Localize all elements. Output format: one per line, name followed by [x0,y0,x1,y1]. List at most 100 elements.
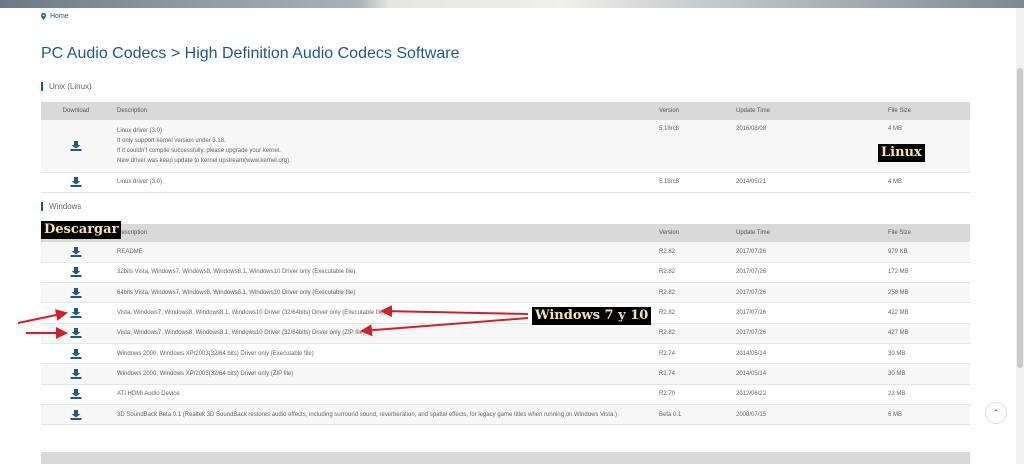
size-cell: 172 MB [882,262,970,284]
version-cell: 5.18rc8 [653,120,730,173]
download-cell[interactable] [41,363,111,385]
col-description: Description [117,108,148,114]
size-cell: 258 MB [882,282,970,304]
download-icon[interactable] [70,409,82,420]
date-cell: 2016/08/08 [730,120,882,173]
download-cell[interactable] [41,262,111,284]
col-version: Version [659,230,680,236]
section-windows: Windows [41,202,81,211]
date-cell: 2017/07/26 [730,262,882,284]
size-cell: 6 MB [882,404,970,426]
date-cell: 2017/07/26 [730,242,882,263]
download-cell[interactable] [41,120,111,173]
table-row: 3D SoundBack Beta 0.1 (Realtek 3D SoundB… [41,404,970,426]
annotation-windows-7-10: Windows 7 y 10 [532,307,652,325]
download-icon[interactable] [70,177,82,187]
download-cell[interactable] [41,172,111,193]
description-cell: Windows 2000, Windows XP/2003(32/64 bits… [111,343,653,365]
description-cell: ATI HDMI Audio Device [111,384,653,405]
section-unix-label: Unix (Linux) [49,82,92,91]
size-cell: 979 KB [882,242,970,263]
table-row: Linux driver (3.0) 5.18rc8 2014/05/21 4 … [41,172,970,193]
table-row: README R2.82 2017/07/26 979 KB [41,242,970,263]
description-line: New driver was keep update to kernel ups… [117,157,291,164]
description-cell: 64bits Vista, Windows7, Windows8, Window… [111,282,653,304]
size-cell: 427 MB [882,323,970,344]
download-icon[interactable] [70,308,82,319]
version-cell: R2.70 [653,384,730,405]
section-marker [41,202,43,211]
section-unix: Unix (Linux) [41,82,92,91]
version-cell: R2.82 [653,262,730,284]
chevron-up-icon: ⌃ [992,407,1000,418]
section-marker [41,82,43,91]
version-cell: R2.74 [653,343,730,365]
breadcrumb-home-link[interactable]: Home [50,13,69,20]
size-cell: 30 MB [882,363,970,385]
version-cell: R2.82 [653,282,730,304]
description-cell: Vista, Windows7, Windows8, Windows8.1, W… [111,323,653,344]
footer-bar [41,452,970,464]
download-cell[interactable] [41,404,111,426]
date-cell: 2017/07/26 [730,302,882,324]
scrollbar[interactable] [1016,8,1024,464]
date-cell: 2014/05/14 [730,363,882,385]
date-cell: 2012/06/22 [730,384,882,405]
table-row: 32bits Vista, Windows7, Windows8, Window… [41,262,970,284]
download-cell[interactable] [41,384,111,405]
description-cell: README [111,242,653,263]
section-windows-label: Windows [49,202,82,211]
download-icon[interactable] [70,287,82,298]
version-cell: Beta 0.1 [653,404,730,426]
description-cell: Linux driver (3.0) [111,172,653,193]
download-cell[interactable] [41,302,111,324]
col-version: Version [659,108,680,114]
download-cell[interactable] [41,282,111,304]
download-icon[interactable] [70,246,82,257]
download-icon[interactable] [70,267,82,278]
description-cell: 32bits Vista, Windows7, Windows8, Window… [111,262,653,284]
scrollbar-thumb[interactable] [1017,68,1023,368]
col-file-size: File Size [888,230,912,236]
windows-table: Download Description Version Update Time… [41,224,970,426]
col-description: Description [117,230,148,236]
date-cell: 2014/05/21 [730,172,882,193]
size-cell: 22 MB [882,384,970,405]
download-icon[interactable] [70,389,82,400]
map-pin-icon [41,13,46,20]
description-cell: 3D SoundBack Beta 0.1 (Realtek 3D SoundB… [111,404,653,426]
date-cell: 2014/05/14 [730,343,882,365]
description-line: If it couldn't compile successfully, ple… [117,147,281,154]
size-cell: 422 MB [882,302,970,324]
col-download: Download [62,108,90,114]
description-line: Linux driver (3.0) [117,127,163,134]
top-banner [0,0,1024,8]
breadcrumb: Home [41,13,69,20]
col-update-time: Update Time [736,108,771,114]
download-cell[interactable] [41,343,111,365]
description-cell: Linux driver (3.0) It only support kerne… [111,120,653,173]
download-cell[interactable] [41,323,111,344]
version-cell: R2.74 [653,363,730,385]
page-title: PC Audio Codecs > High Definition Audio … [41,45,460,62]
annotation-linux: Linux [878,144,925,162]
table-row: Linux driver (3.0) It only support kerne… [41,120,970,173]
unix-table: Download Description Version Update Time… [41,102,970,193]
table-row: 64bits Vista, Windows7, Windows8, Window… [41,282,970,304]
download-cell[interactable] [41,242,111,263]
table-row: ATI HDMI Audio Device R2.70 2012/06/22 22 M… [41,384,970,405]
table-row: Windows 2000, Windows XP/2003(32/64 bits… [41,343,970,365]
back-to-top-button[interactable]: ⌃ [985,402,1007,424]
version-cell: R2.82 [653,302,730,324]
table-header-row: Download Description Version Update Time… [41,102,970,120]
download-icon[interactable] [70,348,82,359]
col-file-size: File Size [888,108,912,114]
download-icon[interactable] [70,140,82,151]
annotation-descargar: Descargar [41,221,122,239]
description-line: It only support kernel version under 3.1… [117,137,226,144]
table-row: Vista, Windows7, Windows8, Windows8.1, W… [41,323,970,344]
table-row: Windows 2000, Windows XP/2003(32/64 bits… [41,363,970,385]
size-cell: 4 MB [882,172,970,193]
download-icon[interactable] [70,328,82,339]
download-icon[interactable] [70,368,82,379]
